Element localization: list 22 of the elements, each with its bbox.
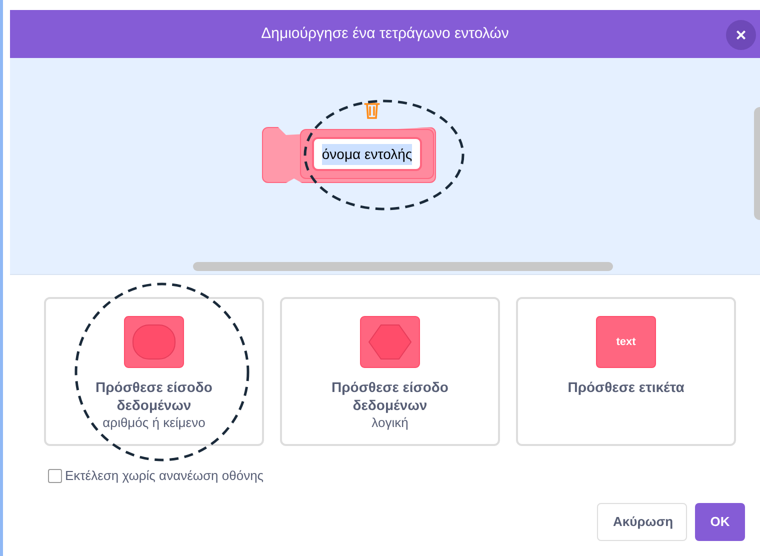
label-icon: text <box>596 316 656 368</box>
checkbox-label: Εκτέλεση χωρίς ανανέωση οθόνης <box>65 467 264 485</box>
round-input-icon <box>124 316 184 368</box>
checkbox[interactable] <box>48 468 62 483</box>
ok-button[interactable]: OK <box>695 502 745 540</box>
cancel-button[interactable]: Ακύρωση <box>597 502 687 540</box>
option-card[interactable]: Πρόσθεσε είσοδο δεδομένων αριθμός ή κείμενο <box>44 297 264 446</box>
option-card[interactable]: Πρόσθεσε είσοδο δεδομένων λογική <box>280 297 500 446</box>
option-title: Πρόσθεσε είσοδο δεδομένων <box>94 378 214 414</box>
option-title: Πρόσθεσε ετικέτα <box>566 378 686 396</box>
option-title: Πρόσθεσε είσοδο δεδομένων <box>330 378 450 414</box>
vertical-scrollbar[interactable] <box>754 107 760 220</box>
option-subtitle: λογική <box>372 414 408 432</box>
block-name-field[interactable]: όνομα εντολής <box>312 137 422 171</box>
option-subtitle: αριθμός ή κείμενο <box>102 414 206 432</box>
block-name-text: όνομα εντολής <box>322 144 412 164</box>
horizontal-scrollbar[interactable] <box>193 262 613 271</box>
trash-icon <box>363 100 381 120</box>
hexagon-input-icon <box>360 316 420 368</box>
close-button[interactable]: × <box>726 20 756 50</box>
window-title: Δημιούργησε ένα τετράγωνο εντολών <box>261 24 509 44</box>
option-card[interactable]: text Πρόσθεσε ετικέτα <box>516 297 736 446</box>
